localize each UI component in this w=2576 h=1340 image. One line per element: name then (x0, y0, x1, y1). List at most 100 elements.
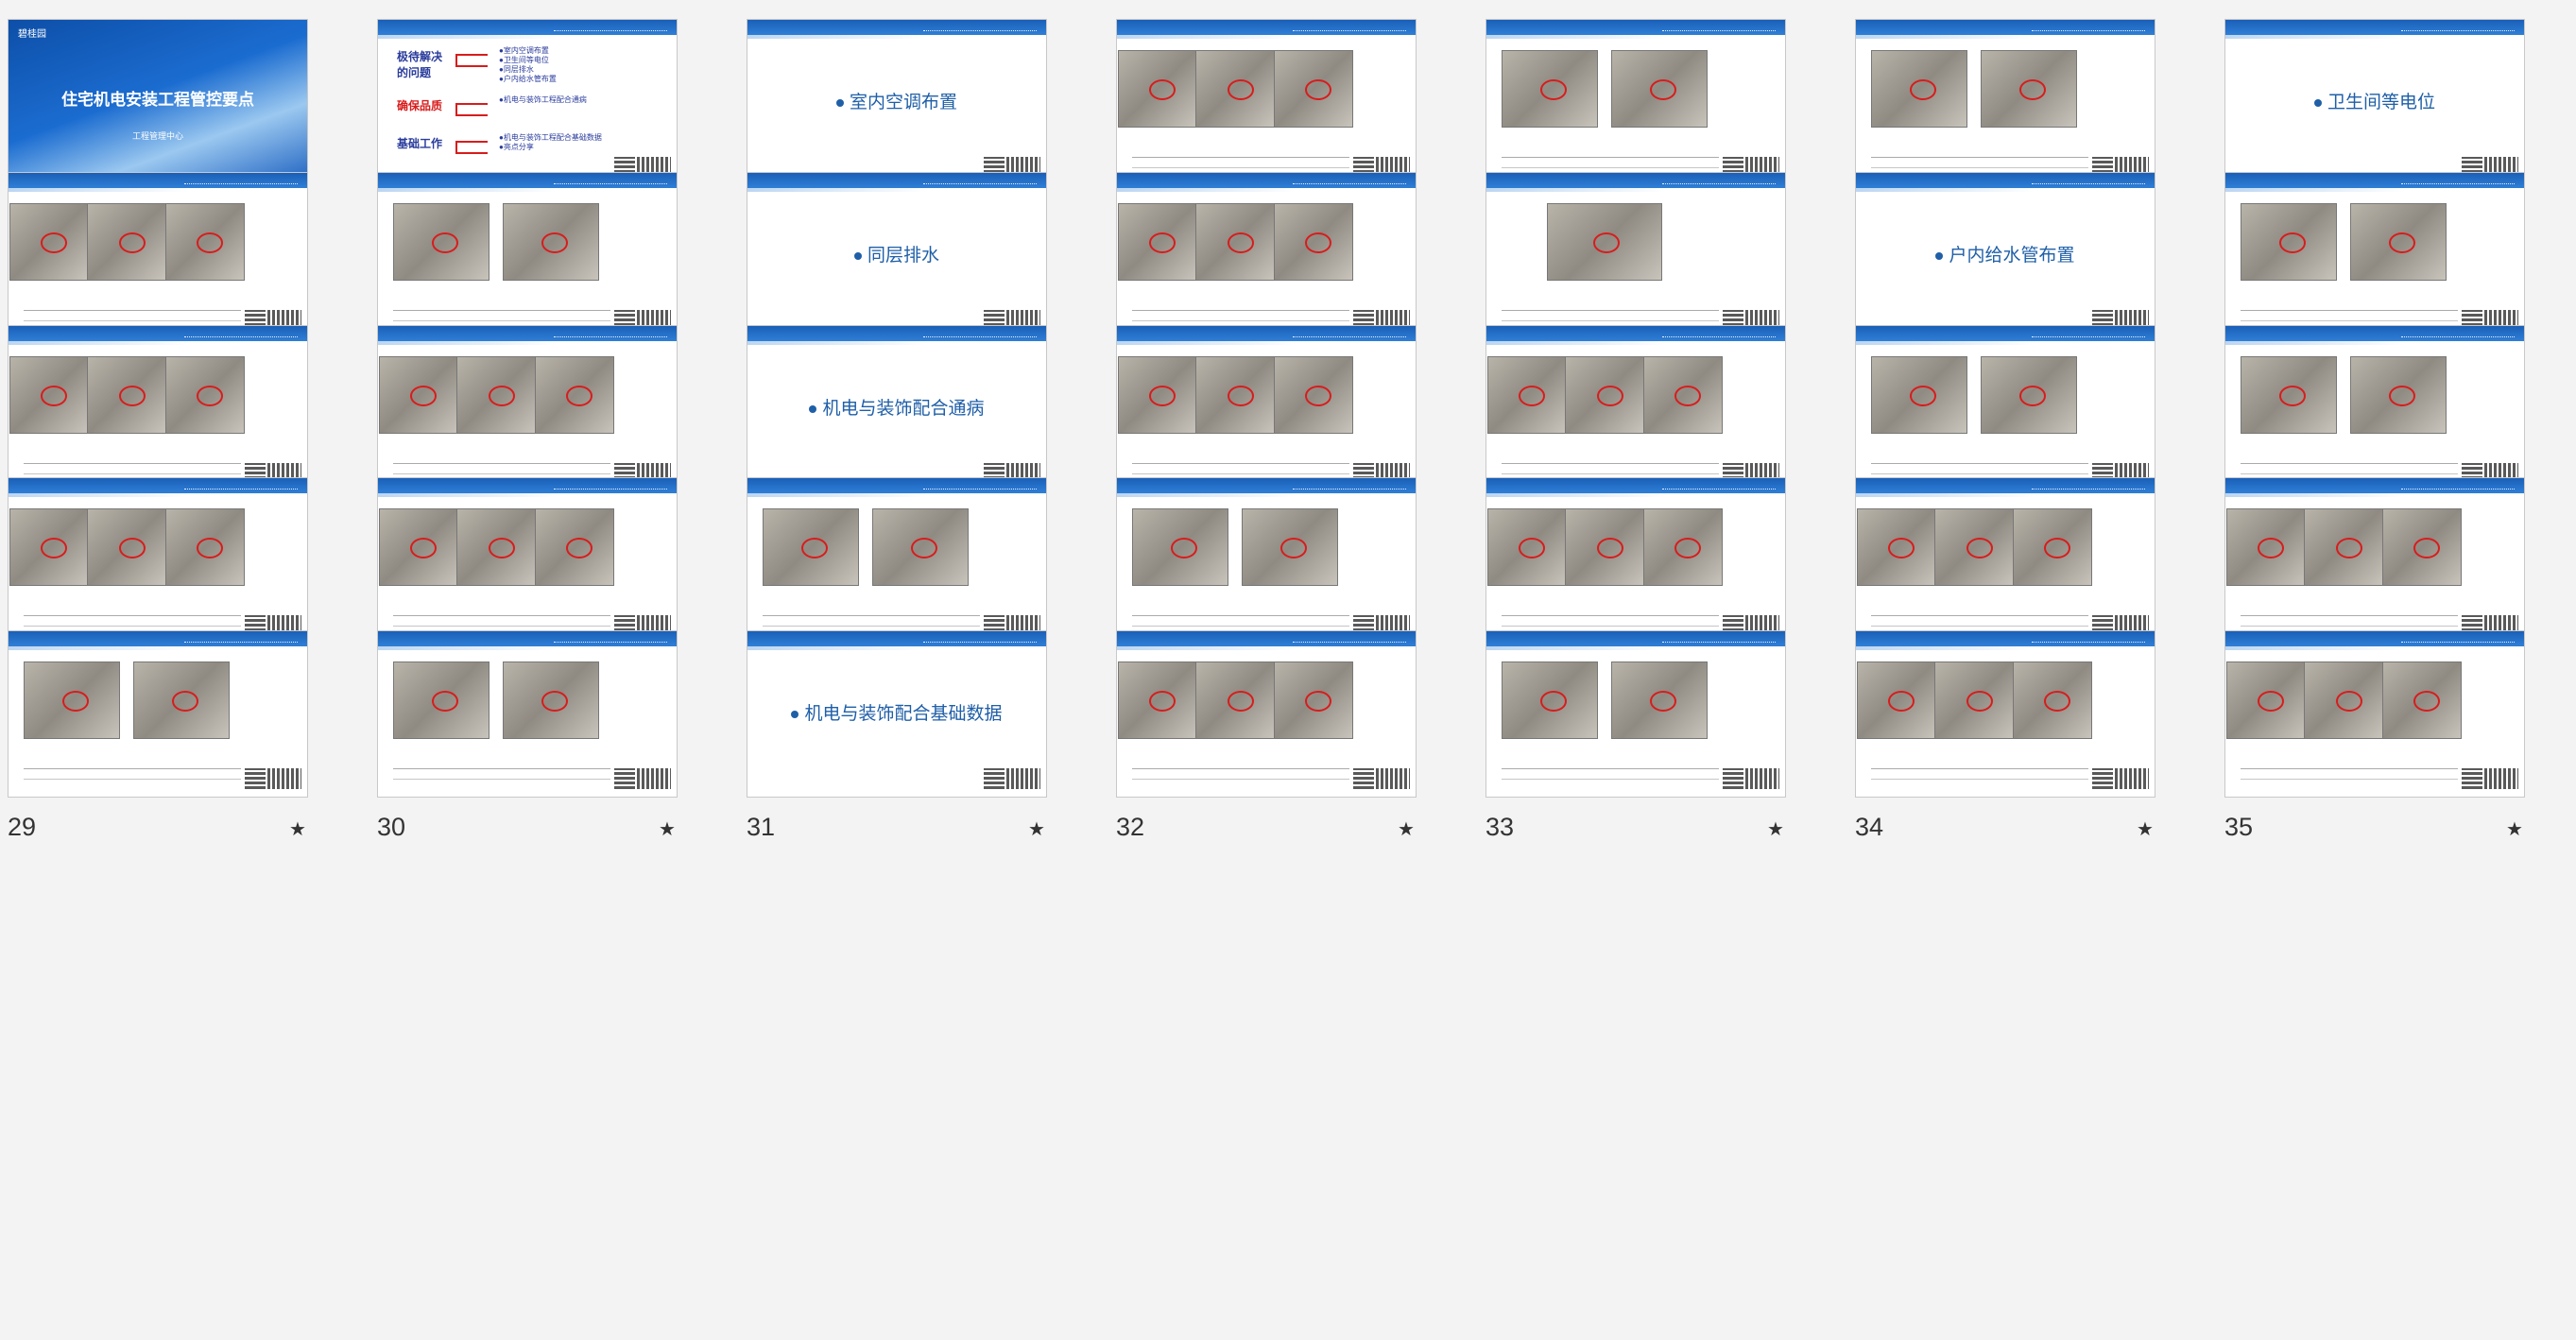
slide-photo (534, 355, 614, 434)
red-circle-mark (2279, 385, 2306, 406)
animation-star-icon[interactable]: ★ (1767, 817, 1784, 841)
header-motto (2032, 481, 2145, 490)
slide-photo (2304, 661, 2383, 740)
caption-text-lines (2241, 768, 2458, 781)
red-circle-mark (2019, 79, 2046, 100)
slide-photo (1117, 355, 1197, 434)
slide-photo (1611, 661, 1708, 740)
red-circle-mark (541, 232, 568, 253)
qr-code-icon (614, 768, 635, 790)
header-motto (1662, 634, 1776, 644)
outline-item: ●亮点分享 (499, 143, 534, 151)
slide-preview[interactable] (1855, 630, 2155, 799)
slide-photo (1117, 202, 1197, 281)
slide-photo (1117, 50, 1197, 128)
animation-star-icon[interactable]: ★ (2137, 817, 2154, 841)
section-title-text: 卫生间等电位 (2327, 93, 2435, 112)
header-motto (554, 23, 667, 31)
slide-thumbnail-31[interactable]: 机电与装饰配合基础数据 31 ★ (739, 611, 1108, 857)
red-circle-mark (1674, 538, 1702, 559)
header-motto (923, 329, 1037, 337)
section-title-text: 户内给水管布置 (1949, 245, 2075, 266)
header-band (1117, 20, 1416, 35)
red-circle-mark (2258, 538, 2285, 559)
slide-thumbnail-35[interactable]: 35 ★ (2217, 611, 2576, 857)
slide-photo (87, 355, 166, 434)
slide-thumbnail-29[interactable]: 29 ★ (0, 611, 369, 857)
animation-star-icon[interactable]: ★ (2506, 817, 2523, 841)
red-circle-mark (1966, 538, 1993, 559)
slide-preview[interactable] (1116, 630, 1417, 799)
slide-photo (24, 661, 120, 740)
slide-sorter-grid: 碧桂园住宅机电安装工程管控要点工程管理中心1★极待解决 的问题●室内空调布置●卫… (0, 0, 2576, 1340)
slide-number: 33 (1485, 813, 1515, 842)
slide-thumbnail-30[interactable]: 30 ★ (369, 611, 739, 857)
slide-preview[interactable] (377, 630, 678, 799)
red-circle-mark (1305, 232, 1332, 253)
section-title: 机电与装饰配合基础数据 (747, 699, 1046, 725)
outline-item: ●机电与装饰工程配合基础数据 (499, 133, 602, 142)
slide-photo (2241, 202, 2337, 281)
red-circle-mark (566, 385, 593, 406)
bullet-dot-icon (2313, 98, 2322, 107)
header-band (9, 478, 307, 494)
red-circle-mark (118, 385, 146, 406)
slide-thumbnail-34[interactable]: 34 ★ (1847, 611, 2217, 857)
qr-code-icon (1353, 768, 1374, 790)
slide-preview[interactable] (1485, 630, 1786, 799)
section-title: 卫生间等电位 (2225, 88, 2524, 113)
slide-number: 30 (377, 813, 406, 842)
header-band (2225, 172, 2524, 188)
slide-preview[interactable]: 机电与装饰配合基础数据 (747, 630, 1047, 799)
header-band (2225, 478, 2524, 494)
qr-code-icon (2484, 768, 2518, 790)
arrow-icon (455, 54, 488, 67)
slide-photo (503, 661, 599, 740)
red-circle-mark (801, 538, 828, 559)
qr-code-icon (1006, 768, 1040, 790)
slide-photo (2225, 661, 2306, 740)
header-band (1856, 631, 2155, 647)
animation-star-icon[interactable]: ★ (659, 817, 676, 841)
slide-photo (378, 508, 458, 587)
slide-photo (87, 202, 166, 281)
slide-photo (1871, 355, 1967, 434)
caption-text-lines (393, 768, 610, 781)
slide-photo (1273, 202, 1353, 281)
slide-photo (1195, 355, 1275, 434)
slide-photo (1981, 355, 2077, 434)
animation-star-icon[interactable]: ★ (1398, 817, 1415, 841)
slide-photo (393, 661, 489, 740)
red-circle-mark (1227, 79, 1254, 100)
section-title: 户内给水管布置 (1856, 241, 2155, 266)
outline-item: ●室内空调布置 (499, 46, 549, 55)
header-motto (184, 634, 298, 644)
header-band (1486, 478, 1785, 494)
bullet-dot-icon (835, 98, 844, 107)
slide-preview[interactable] (8, 630, 308, 799)
red-circle-mark (41, 385, 68, 406)
red-circle-mark (1593, 232, 1620, 253)
slide-preview[interactable] (2224, 630, 2525, 799)
red-circle-mark (1171, 538, 1197, 559)
header-band (1117, 478, 1416, 494)
section-title-text: 机电与装饰配合基础数据 (804, 704, 1003, 725)
outline-item: ●机电与装饰工程配合通病 (499, 95, 587, 104)
animation-star-icon[interactable]: ★ (289, 817, 306, 841)
red-circle-mark (2389, 232, 2415, 253)
red-circle-mark (1888, 538, 1915, 559)
slide-photo (1565, 508, 1644, 587)
animation-star-icon[interactable]: ★ (1028, 817, 1045, 841)
slide-thumbnail-33[interactable]: 33 ★ (1478, 611, 1847, 857)
slide-photo (1934, 508, 2014, 587)
header-band (9, 631, 307, 647)
header-band (378, 325, 677, 341)
slide-photo (456, 508, 536, 587)
red-circle-mark (118, 538, 146, 559)
slide-photo (2225, 508, 2306, 587)
header-band (747, 631, 1046, 647)
header-motto (184, 481, 298, 490)
cover-subtitle: 工程管理中心 (131, 131, 183, 141)
header-band (1486, 20, 1785, 35)
slide-thumbnail-32[interactable]: 32 ★ (1108, 611, 1478, 857)
